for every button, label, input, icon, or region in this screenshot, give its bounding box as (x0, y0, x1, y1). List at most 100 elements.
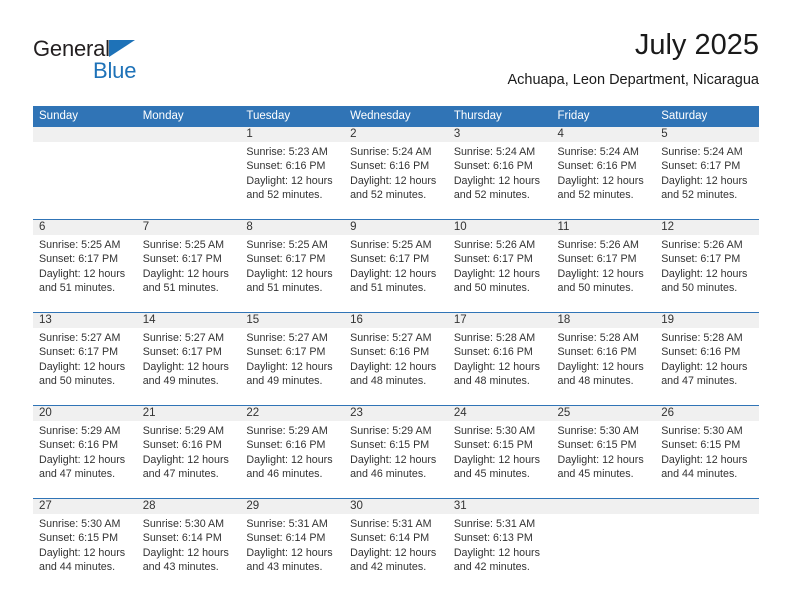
day-cell[interactable]: 28 (136, 498, 241, 514)
day-number: 18 (557, 314, 571, 326)
day-number: 19 (661, 314, 675, 326)
day-cell[interactable]: 21 (136, 405, 241, 421)
day-detail: Sunrise: 5:27 AM Sunset: 6:17 PM Dayligh… (240, 328, 345, 406)
daylight-text-line1: Daylight: 12 hours (557, 174, 644, 187)
sunset-text: Sunset: 6:15 PM (453, 439, 533, 452)
day-cell[interactable]: 16 (344, 312, 448, 328)
sunset-text: Sunset: 6:16 PM (350, 160, 430, 173)
day-cell[interactable]: 7 (136, 219, 241, 235)
day-cell[interactable]: 11 (551, 219, 656, 235)
sunrise-text: Sunrise: 5:31 AM (453, 518, 536, 530)
sunrise-text: Sunrise: 5:30 AM (453, 425, 536, 437)
daylight-text-line2: and 44 minutes. (39, 560, 116, 573)
day-detail: Sunrise: 5:26 AM Sunset: 6:17 PM Dayligh… (655, 235, 759, 313)
day-number: 10 (453, 221, 467, 233)
day-cell[interactable]: 9 (344, 219, 448, 235)
daylight-text-line1: Daylight: 12 hours (350, 174, 437, 187)
day-cell[interactable]: 30 (344, 498, 448, 514)
day-cell[interactable]: 27 (33, 498, 137, 514)
day-cell[interactable]: 4 (551, 127, 656, 142)
sunrise-text: Sunrise: 5:27 AM (246, 332, 328, 344)
daylight-text-line2: and 48 minutes. (453, 374, 530, 387)
day-detail: Sunrise: 5:24 AM Sunset: 6:16 PM Dayligh… (551, 142, 656, 220)
day-detail: Sunrise: 5:30 AM Sunset: 6:15 PM Dayligh… (33, 514, 137, 591)
sunset-text: Sunset: 6:17 PM (246, 346, 326, 359)
day-detail: Sunrise: 5:29 AM Sunset: 6:16 PM Dayligh… (33, 421, 137, 499)
sunrise-text: Sunrise: 5:23 AM (246, 146, 328, 158)
daylight-text-line2: and 48 minutes. (557, 374, 634, 387)
day-cell[interactable]: 1 (240, 127, 345, 142)
day-cell[interactable]: 8 (240, 219, 345, 235)
day-cell[interactable]: 14 (136, 312, 241, 328)
day-cell[interactable]: 19 (655, 312, 759, 328)
daylight-text-line2: and 51 minutes. (39, 281, 116, 294)
logo-text-blue: Blue (93, 58, 137, 83)
day-number: 29 (246, 500, 260, 512)
day-detail: Sunrise: 5:30 AM Sunset: 6:15 PM Dayligh… (447, 421, 552, 499)
day-cell[interactable]: 22 (240, 405, 345, 421)
daylight-text-line1: Daylight: 12 hours (39, 360, 126, 373)
day-cell[interactable]: 17 (447, 312, 552, 328)
sunrise-text: Sunrise: 5:25 AM (142, 239, 225, 251)
day-cell[interactable]: 29 (240, 498, 345, 514)
daylight-text-line1: Daylight: 12 hours (350, 267, 437, 280)
day-detail-empty (655, 514, 759, 591)
daylight-text-line2: and 42 minutes. (350, 560, 427, 573)
day-number: 4 (557, 128, 564, 140)
sunset-text: Sunset: 6:16 PM (246, 160, 326, 173)
day-detail: Sunrise: 5:24 AM Sunset: 6:16 PM Dayligh… (447, 142, 552, 220)
daylight-text-line2: and 43 minutes. (142, 560, 219, 573)
daylight-text-line2: and 43 minutes. (246, 560, 323, 573)
daylight-text-line2: and 49 minutes. (246, 374, 323, 387)
sunset-text: Sunset: 6:17 PM (246, 253, 326, 266)
daylight-text-line1: Daylight: 12 hours (453, 546, 540, 559)
day-number: 24 (453, 407, 467, 419)
triangle-icon (109, 40, 135, 57)
daylight-text-line1: Daylight: 12 hours (661, 453, 748, 466)
day-cell[interactable]: 6 (33, 219, 137, 235)
sunset-text: Sunset: 6:17 PM (39, 346, 119, 359)
daylight-text-line1: Daylight: 12 hours (39, 546, 126, 559)
week-row-details: Sunrise: 5:29 AM Sunset: 6:16 PM Dayligh… (33, 421, 759, 499)
sunset-text: Sunset: 6:14 PM (350, 532, 430, 545)
general-blue-logo[interactable]: General Blue (33, 36, 193, 90)
day-cell[interactable]: 26 (655, 405, 759, 421)
day-cell[interactable]: 31 (447, 498, 552, 514)
day-cell[interactable]: 25 (551, 405, 656, 421)
daylight-text-line1: Daylight: 12 hours (661, 267, 748, 280)
sunrise-text: Sunrise: 5:27 AM (142, 332, 225, 344)
day-detail: Sunrise: 5:29 AM Sunset: 6:16 PM Dayligh… (136, 421, 241, 499)
day-number: 16 (350, 314, 363, 326)
page-header: General Blue July 2025 Achuapa, Leon Dep… (33, 28, 759, 100)
day-cell[interactable]: 2 (344, 127, 448, 142)
day-detail: Sunrise: 5:24 AM Sunset: 6:16 PM Dayligh… (344, 142, 448, 220)
day-cell[interactable]: 12 (655, 219, 759, 235)
sunrise-text: Sunrise: 5:29 AM (142, 425, 225, 437)
day-cell[interactable]: 23 (344, 405, 448, 421)
day-cell[interactable]: 5 (655, 127, 759, 142)
day-number: 7 (142, 221, 150, 233)
sunrise-text: Sunrise: 5:24 AM (661, 146, 743, 158)
day-cell[interactable]: 10 (447, 219, 552, 235)
day-number: 1 (246, 128, 253, 140)
day-detail: Sunrise: 5:31 AM Sunset: 6:14 PM Dayligh… (344, 514, 448, 591)
day-cell[interactable]: 13 (33, 312, 137, 328)
day-cell[interactable]: 3 (447, 127, 552, 142)
day-number: 27 (39, 500, 52, 512)
daylight-text-line1: Daylight: 12 hours (39, 453, 126, 466)
sunrise-text: Sunrise: 5:31 AM (246, 518, 328, 530)
sunset-text: Sunset: 6:16 PM (350, 346, 430, 359)
daylight-text-line1: Daylight: 12 hours (557, 453, 644, 466)
day-detail: Sunrise: 5:30 AM Sunset: 6:15 PM Dayligh… (655, 421, 759, 499)
day-cell[interactable]: 20 (33, 405, 137, 421)
day-number: 30 (350, 500, 363, 512)
day-number: 22 (246, 407, 260, 419)
daylight-text-line1: Daylight: 12 hours (39, 267, 126, 280)
day-cell[interactable]: 24 (447, 405, 552, 421)
daylight-text-line1: Daylight: 12 hours (661, 360, 748, 373)
day-number: 17 (453, 314, 467, 326)
day-detail: Sunrise: 5:23 AM Sunset: 6:16 PM Dayligh… (240, 142, 345, 220)
weekday-header-friday: Friday (551, 106, 656, 127)
day-cell[interactable]: 15 (240, 312, 345, 328)
day-cell[interactable]: 18 (551, 312, 656, 328)
